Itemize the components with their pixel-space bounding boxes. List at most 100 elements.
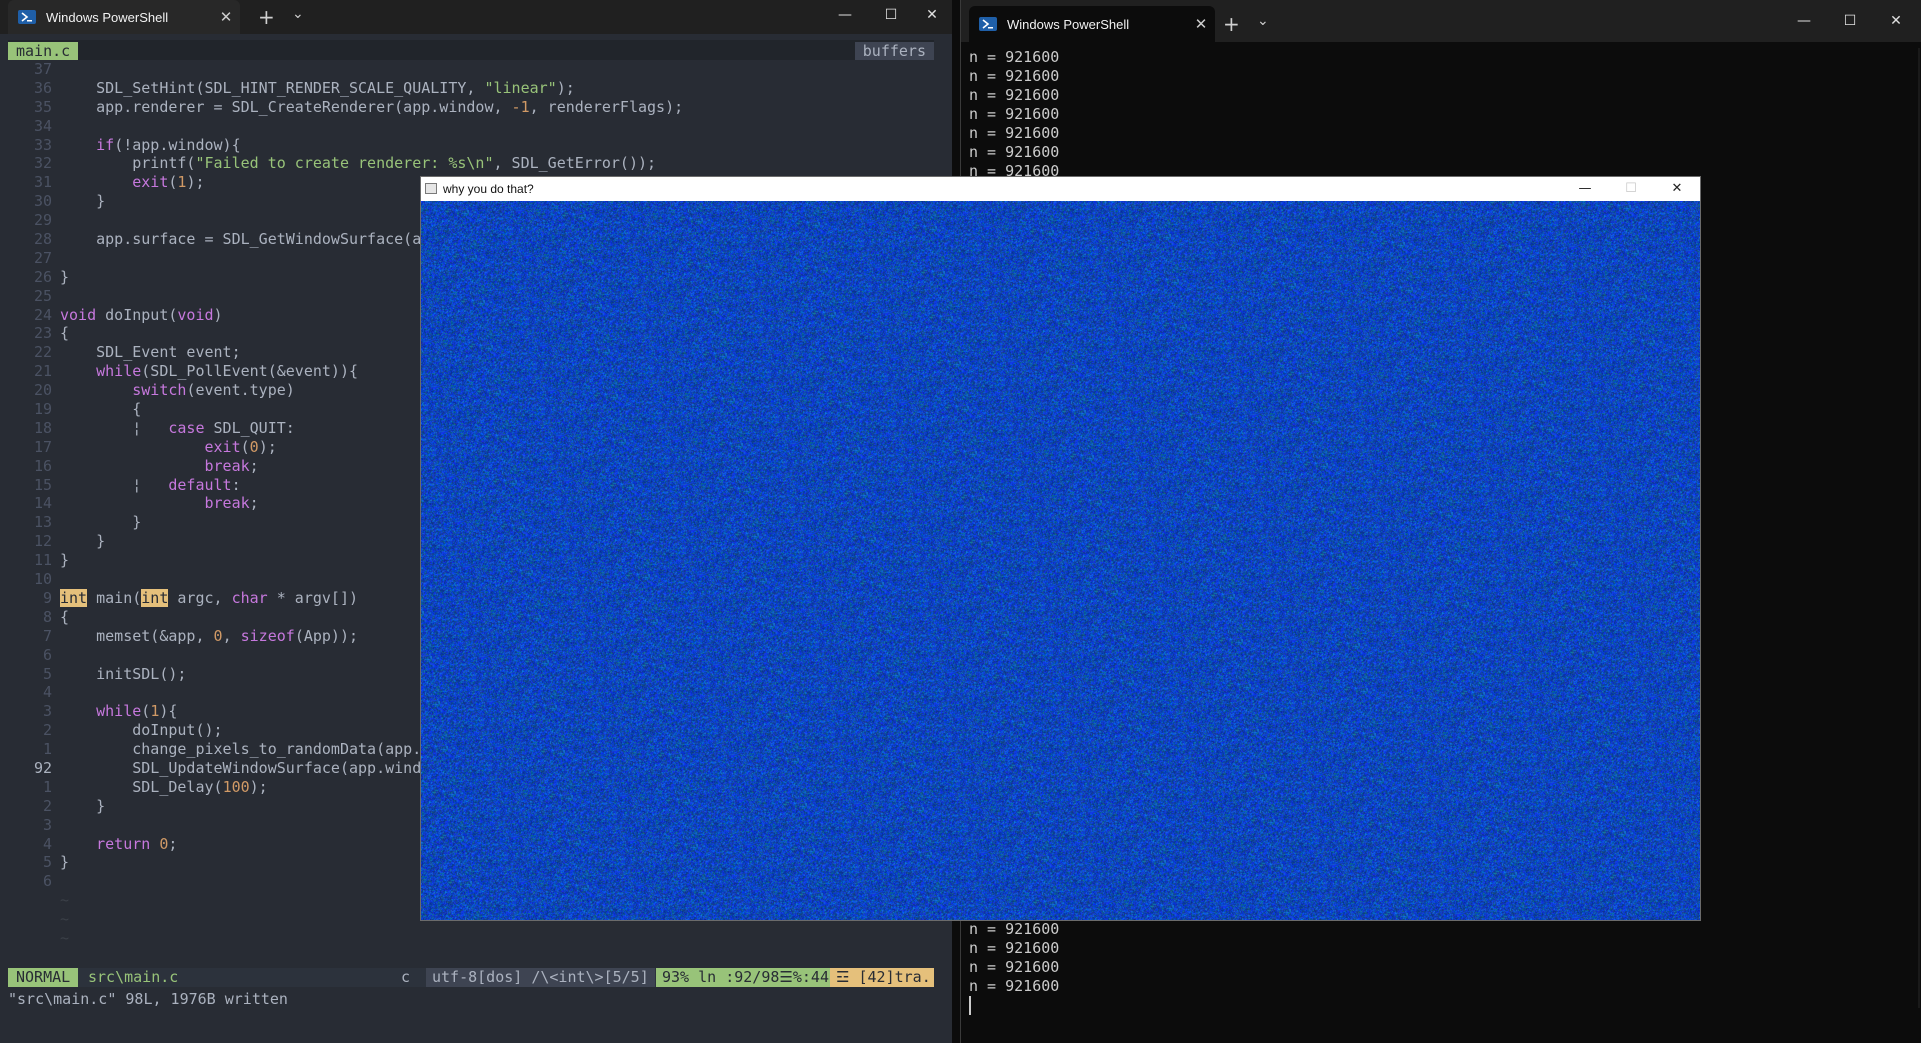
powershell-icon bbox=[979, 17, 997, 31]
code-line[interactable]: 36 SDL_SetHint(SDL_HINT_RENDER_SCALE_QUA… bbox=[8, 79, 934, 98]
tab-close-icon[interactable]: ✕ bbox=[1187, 15, 1215, 33]
vim-filetype: c bbox=[401, 968, 411, 986]
output-line: n = 921600 bbox=[969, 124, 1060, 142]
line-text: printf("Failed to create renderer: %s\n"… bbox=[60, 154, 657, 173]
output-line: n = 921600 bbox=[969, 48, 1060, 66]
line-number: 4 bbox=[42, 683, 52, 702]
line-number: 31 bbox=[33, 173, 52, 192]
powershell-output[interactable]: n = 921600 n = 921600 n = 921600 n = 921600… bbox=[969, 48, 1060, 995]
line-number: 1 bbox=[42, 740, 52, 759]
sdl-minimize-button[interactable]: — bbox=[1562, 177, 1608, 201]
line-text: ¦ default: bbox=[60, 475, 241, 494]
code-line[interactable]: ~ bbox=[8, 929, 934, 948]
line-text: break; bbox=[204, 456, 259, 475]
line-number: 4 bbox=[42, 834, 52, 853]
close-button[interactable]: ✕ bbox=[914, 0, 950, 30]
line-number: 14 bbox=[33, 494, 52, 513]
line-number: 11 bbox=[33, 551, 52, 570]
tab-dropdown-icon[interactable]: ⌄ bbox=[292, 6, 304, 22]
line-number: 2 bbox=[42, 721, 52, 740]
line-number: 10 bbox=[33, 570, 52, 589]
line-number: 12 bbox=[33, 532, 52, 551]
line-text: } bbox=[60, 532, 106, 551]
output-line: n = 921600 bbox=[969, 939, 1060, 957]
vim-statusline: NORMAL src\main.c c utf-8[dos] /\<int\>[… bbox=[8, 968, 934, 987]
line-text: void doInput(void) bbox=[60, 305, 223, 324]
code-line[interactable]: 37 bbox=[8, 60, 934, 79]
right-titlebar: Windows PowerShell ✕ + ⌄ — ☐ ✕ bbox=[961, 0, 1921, 42]
line-text: } bbox=[60, 853, 70, 872]
line-number: 3 bbox=[42, 702, 52, 721]
output-line: n = 921600 bbox=[969, 977, 1060, 995]
line-number: 9 bbox=[42, 588, 52, 607]
line-text: doInput(); bbox=[60, 721, 223, 740]
line-text: } bbox=[60, 513, 142, 532]
line-text: initSDL(); bbox=[60, 664, 187, 683]
sdl-maximize-button[interactable]: ☐ bbox=[1608, 177, 1654, 201]
line-number: 21 bbox=[33, 362, 52, 381]
line-number: 20 bbox=[33, 381, 52, 400]
output-line: n = 921600 bbox=[969, 143, 1060, 161]
vim-encoding-search: utf-8[dos] /\<int\>[5/5] bbox=[426, 968, 655, 987]
output-line: n = 921600 bbox=[969, 105, 1060, 123]
output-line: n = 921600 bbox=[969, 67, 1060, 85]
output-line: n = 921600 bbox=[969, 958, 1060, 976]
tab-close-icon[interactable]: ✕ bbox=[212, 8, 240, 26]
line-number: 6 bbox=[42, 872, 52, 891]
line-text: app.surface = SDL_GetWindowSurface(a bbox=[60, 230, 422, 249]
line-text: ¦ case SDL_QUIT: bbox=[60, 418, 295, 437]
scrollbar[interactable] bbox=[1918, 48, 1920, 1008]
line-text: } bbox=[60, 192, 106, 211]
maximize-button[interactable]: ☐ bbox=[868, 0, 914, 30]
vim-tab-main-c[interactable]: main.c bbox=[8, 42, 79, 60]
line-text: return 0; bbox=[96, 834, 178, 853]
sdl-close-button[interactable]: ✕ bbox=[1654, 177, 1700, 201]
vim-trailing-warning: ☲ [42]tra... bbox=[830, 968, 934, 987]
minimize-button[interactable]: — bbox=[822, 0, 868, 30]
line-number: 13 bbox=[33, 513, 52, 532]
line-number: 6 bbox=[42, 645, 52, 664]
line-number: 19 bbox=[33, 400, 52, 419]
line-number: 23 bbox=[33, 324, 52, 343]
line-number: 16 bbox=[33, 456, 52, 475]
line-number: 17 bbox=[33, 437, 52, 456]
output-line: n = 921600 bbox=[969, 86, 1060, 104]
maximize-button[interactable]: ☐ bbox=[1827, 6, 1873, 36]
sdl-window-title: why you do that? bbox=[443, 182, 534, 196]
new-tab-button[interactable]: + bbox=[258, 5, 275, 29]
tab-dropdown-icon[interactable]: ⌄ bbox=[1257, 13, 1269, 29]
right-tab[interactable]: Windows PowerShell ✕ bbox=[969, 6, 1215, 42]
line-text: switch(event.type) bbox=[132, 381, 295, 400]
code-line[interactable]: 33 if(!app.window){ bbox=[8, 136, 934, 155]
close-button[interactable]: ✕ bbox=[1873, 6, 1919, 36]
new-tab-button[interactable]: + bbox=[1223, 12, 1240, 36]
line-text: if(!app.window){ bbox=[96, 135, 241, 154]
vim-mode: NORMAL bbox=[8, 968, 79, 987]
left-tab[interactable]: Windows PowerShell ✕ bbox=[8, 0, 240, 34]
minimize-button[interactable]: — bbox=[1781, 6, 1827, 36]
line-number: 35 bbox=[33, 97, 52, 116]
code-line[interactable]: 35 app.renderer = SDL_CreateRenderer(app… bbox=[8, 98, 934, 117]
line-text: memset(&app, 0, sizeof(App)); bbox=[60, 626, 359, 645]
line-number: 24 bbox=[33, 305, 52, 324]
line-number: 25 bbox=[33, 286, 52, 305]
line-number: 1 bbox=[42, 777, 52, 796]
tab-title: Windows PowerShell bbox=[46, 9, 169, 25]
vim-buffers-label: buffers bbox=[854, 42, 934, 60]
line-number: 33 bbox=[33, 135, 52, 154]
code-line[interactable]: 34 bbox=[8, 117, 934, 136]
line-number: 37 bbox=[33, 60, 52, 78]
app-window-icon bbox=[425, 183, 437, 194]
sdl-window[interactable]: why you do that? — ☐ ✕ bbox=[420, 176, 1701, 921]
random-noise-canvas[interactable] bbox=[421, 201, 1700, 920]
left-titlebar: Windows PowerShell ✕ + ⌄ — ☐ ✕ bbox=[0, 0, 952, 34]
line-number: 36 bbox=[33, 78, 52, 97]
line-number: 92 bbox=[33, 758, 52, 777]
line-text: exit(0); bbox=[204, 437, 277, 456]
sdl-titlebar[interactable]: why you do that? — ☐ ✕ bbox=[421, 177, 1700, 201]
line-number: 5 bbox=[42, 664, 52, 683]
line-number: 34 bbox=[33, 116, 52, 135]
line-number: 15 bbox=[33, 475, 52, 494]
code-line[interactable]: 32 printf("Failed to create renderer: %s… bbox=[8, 154, 934, 173]
line-text: while(SDL_PollEvent(&event)){ bbox=[96, 362, 359, 381]
